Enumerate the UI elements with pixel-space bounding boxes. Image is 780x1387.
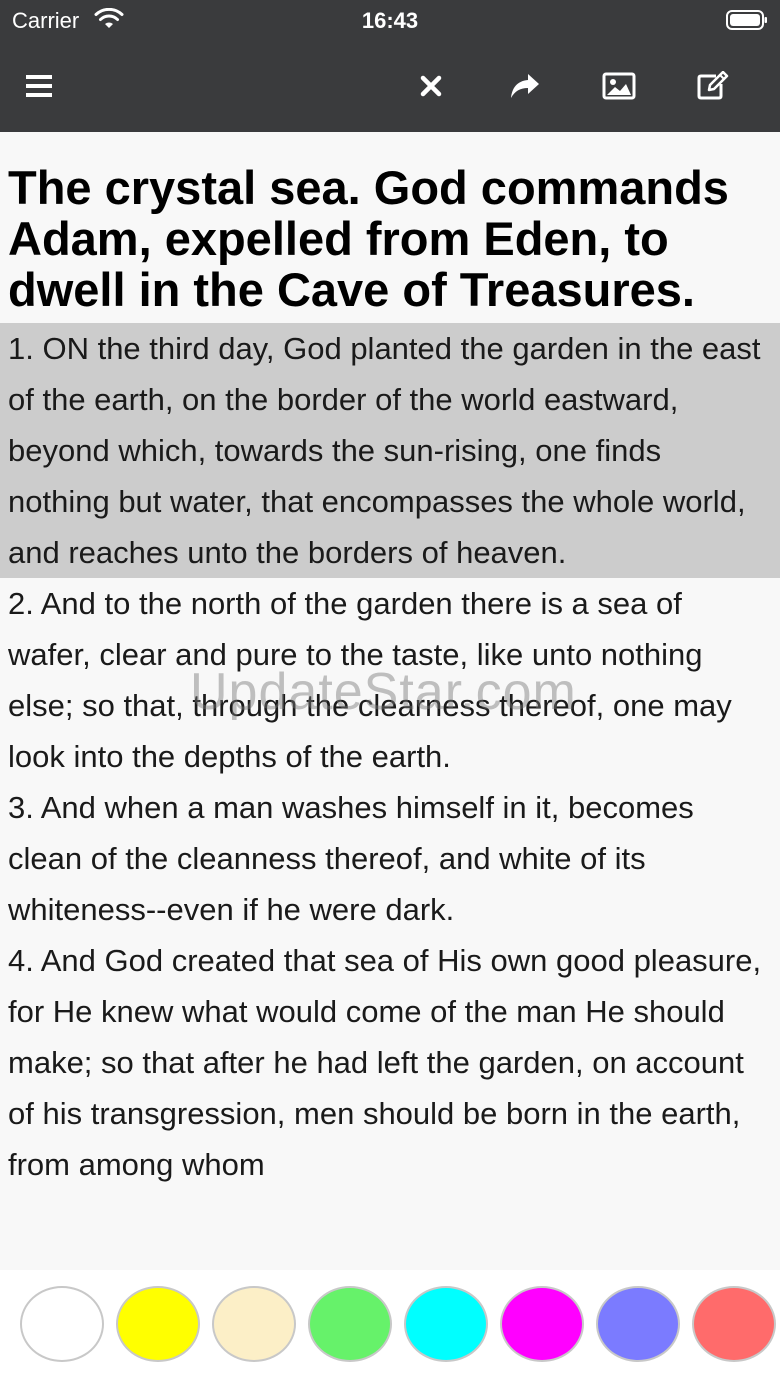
verse-4[interactable]: 4. And God created that sea of His own g… bbox=[0, 935, 780, 1190]
color-swatch-white[interactable] bbox=[20, 1286, 104, 1362]
image-button[interactable] bbox=[595, 62, 643, 110]
close-icon bbox=[420, 75, 442, 97]
toolbar bbox=[0, 40, 780, 132]
verse-1[interactable]: 1. ON the third day, God planted the gar… bbox=[0, 323, 780, 578]
status-time: 16:43 bbox=[361, 8, 419, 33]
color-swatch-green[interactable] bbox=[308, 1286, 392, 1362]
battery-icon bbox=[726, 10, 767, 30]
color-swatch-yellow[interactable] bbox=[116, 1286, 200, 1362]
share-arrow-icon bbox=[511, 74, 539, 98]
edit-button[interactable] bbox=[689, 62, 737, 110]
color-swatch-magenta[interactable] bbox=[500, 1286, 584, 1362]
color-swatch-cyan[interactable] bbox=[404, 1286, 488, 1362]
chapter-title: The crystal sea. God commands Adam, expe… bbox=[8, 161, 729, 316]
verse-2[interactable]: 2. And to the north of the garden there … bbox=[0, 578, 780, 782]
status-bar: Carrier 16:43 bbox=[0, 0, 780, 40]
color-swatch-red[interactable] bbox=[692, 1286, 776, 1362]
chapter-content[interactable]: The crystal sea. God commands Adam, expe… bbox=[0, 132, 780, 1270]
highlight-color-bar bbox=[0, 1270, 780, 1387]
verse-3[interactable]: 3. And when a man washes himself in it, … bbox=[0, 782, 780, 935]
color-swatch-blue[interactable] bbox=[596, 1286, 680, 1362]
image-icon bbox=[602, 72, 636, 100]
edit-note-icon bbox=[697, 71, 729, 100]
color-swatch-beige[interactable] bbox=[212, 1286, 296, 1362]
close-button[interactable] bbox=[407, 62, 455, 110]
share-button[interactable] bbox=[501, 62, 549, 110]
hamburger-menu-icon bbox=[26, 75, 52, 97]
menu-button[interactable] bbox=[15, 62, 63, 110]
